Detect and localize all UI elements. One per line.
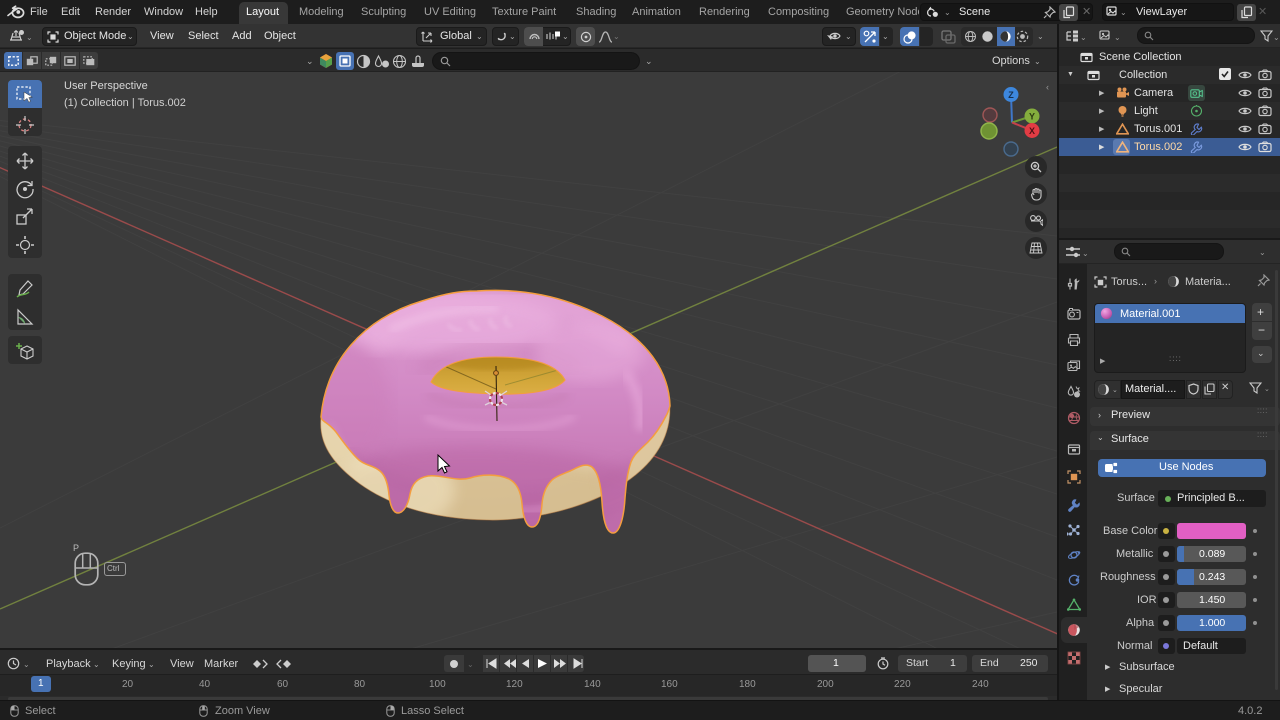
svg-text:Y: Y <box>1029 112 1035 122</box>
svg-text:Z: Z <box>1008 90 1014 100</box>
svg-text:X: X <box>1029 126 1035 136</box>
